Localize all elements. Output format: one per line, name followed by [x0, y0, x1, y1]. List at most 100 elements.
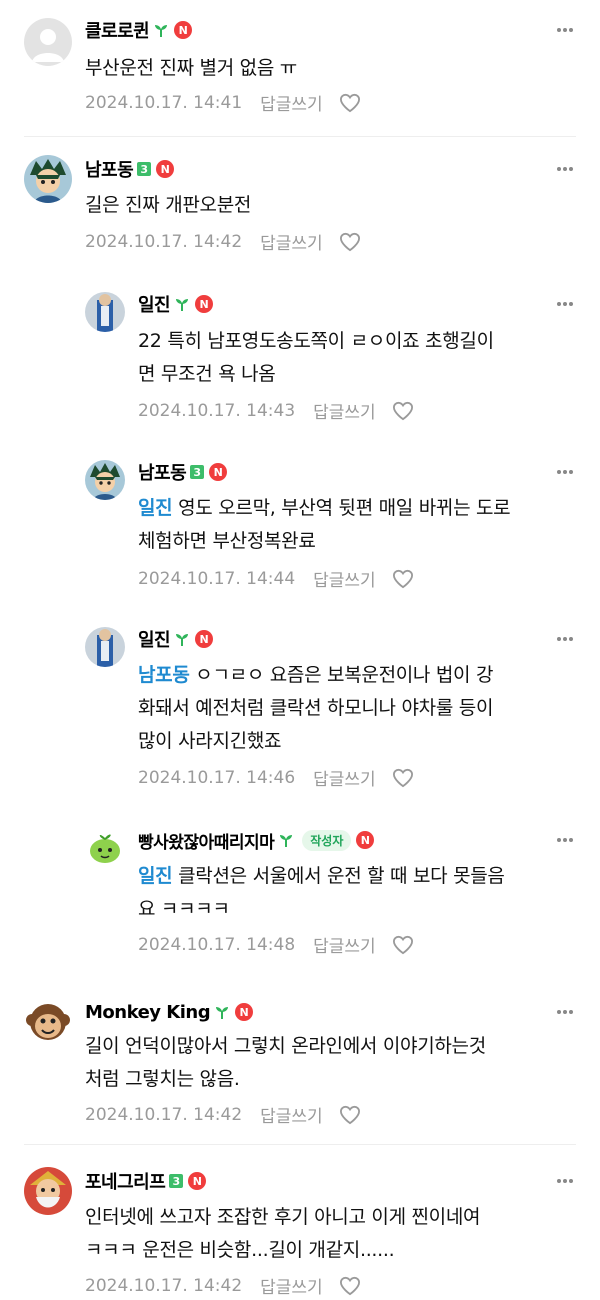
comment-meta: 2024.10.17. 14:42 답글쓰기: [85, 229, 361, 254]
comment-meta: 2024.10.17. 14:43 답글쓰기: [138, 398, 414, 423]
comment-item: 포네그리프 3 N 인터넷에 쓰고자 조잡한 후기 아니고 이게 찐이네여 ㅋㅋ…: [0, 1145, 600, 1300]
comment-item: 남포동 3 N 길은 진짜 개판오분전 2024.10.17. 14:42 답글…: [0, 137, 600, 277]
avatar[interactable]: [85, 826, 125, 866]
comment-timestamp: 2024.10.17. 14:41: [85, 92, 243, 113]
reply-button[interactable]: 답글쓰기: [313, 932, 376, 957]
sprout-icon: [278, 832, 294, 848]
level-badge: 3: [190, 465, 205, 479]
reply-button[interactable]: 답글쓰기: [313, 398, 376, 423]
heart-icon[interactable]: [392, 401, 414, 421]
avatar[interactable]: [24, 18, 72, 66]
comment-meta: 2024.10.17. 14:42 답글쓰기: [85, 1273, 361, 1298]
heart-icon[interactable]: [392, 935, 414, 955]
author-nickname[interactable]: Monkey King: [85, 1002, 211, 1023]
heart-icon[interactable]: [392, 768, 414, 788]
comment-meta: 2024.10.17. 14:46 답글쓰기: [138, 765, 414, 790]
author-nickname[interactable]: 일진: [138, 626, 171, 652]
sprout-icon: [214, 1004, 230, 1020]
comment-timestamp: 2024.10.17. 14:46: [138, 767, 296, 788]
avatar[interactable]: [85, 627, 125, 667]
author-row: 일진 N: [138, 626, 214, 652]
new-badge: N: [209, 463, 228, 481]
more-options-icon[interactable]: [554, 1000, 576, 1024]
author-nickname[interactable]: 포네그리프: [85, 1168, 166, 1194]
comment-timestamp: 2024.10.17. 14:42: [85, 231, 243, 252]
level-badge: 3: [137, 162, 152, 176]
new-badge: N: [356, 831, 375, 849]
author-row: 남포동 3 N: [138, 459, 228, 485]
comment-text: 길이 언덕이많아서 그렇치 온라인에서 이야기하는것 처럼 그렇치는 않음.: [85, 1035, 486, 1090]
heart-icon[interactable]: [392, 569, 414, 589]
comment-item: Monkey King N 길이 언덕이많아서 그렇치 온라인에서 이야기하는것…: [0, 982, 600, 1142]
more-options-icon[interactable]: [554, 157, 576, 181]
author-nickname[interactable]: 남포동: [138, 459, 187, 485]
comment-text: 인터넷에 쓰고자 조잡한 후기 아니고 이게 찐이네여 ㅋㅋㅋ 운전은 비슷함.…: [85, 1206, 481, 1261]
comment-item: 클로로퀸 N 부산운전 진짜 별거 없음 ㅠ 2024.10.17. 14:41…: [0, 0, 600, 136]
comment-timestamp: 2024.10.17. 14:43: [138, 400, 296, 421]
mention-link[interactable]: 일진: [138, 865, 173, 887]
author-row: 포네그리프 3 N: [85, 1168, 207, 1194]
author-row: 빵사왔잖아때리지마 작성자 N: [138, 828, 375, 853]
heart-icon[interactable]: [339, 232, 361, 252]
reply-button[interactable]: 답글쓰기: [260, 229, 323, 254]
comment-meta: 2024.10.17. 14:42 답글쓰기: [85, 1102, 361, 1127]
level-badge: 3: [169, 1174, 184, 1188]
author-nickname[interactable]: 빵사왔잖아때리지마: [138, 828, 275, 853]
avatar[interactable]: [24, 155, 72, 203]
mention-link[interactable]: 남포동: [138, 664, 190, 686]
comment-meta: 2024.10.17. 14:44 답글쓰기: [138, 566, 414, 591]
more-options-icon[interactable]: [554, 1169, 576, 1193]
heart-icon[interactable]: [339, 93, 361, 113]
reply-button[interactable]: 답글쓰기: [260, 1102, 323, 1127]
new-badge: N: [235, 1003, 254, 1021]
reply-button[interactable]: 답글쓰기: [313, 765, 376, 790]
author-row: 일진 N: [138, 291, 214, 317]
sprout-icon: [153, 22, 169, 38]
sprout-icon: [174, 631, 190, 647]
avatar[interactable]: [24, 998, 72, 1046]
new-badge: N: [195, 630, 214, 648]
reply-item: 일진 N 22 특히 남포영도송도쪽이 ㄹㅇ이죠 초행길이 면 무조건 욕 나옴…: [0, 278, 600, 438]
reply-button[interactable]: 답글쓰기: [260, 1273, 323, 1298]
heart-icon[interactable]: [339, 1276, 361, 1296]
author-nickname[interactable]: 남포동: [85, 156, 134, 182]
comment-timestamp: 2024.10.17. 14:42: [85, 1275, 243, 1296]
heart-icon[interactable]: [339, 1105, 361, 1125]
more-options-icon[interactable]: [554, 460, 576, 484]
sprout-icon: [174, 296, 190, 312]
author-row: 클로로퀸 N: [85, 17, 193, 43]
new-badge: N: [188, 1172, 207, 1190]
reply-button[interactable]: 답글쓰기: [260, 90, 323, 115]
comment-text: 일진 클락션은 서울에서 운전 할 때 보다 못들음 요 ㅋㅋㅋㅋ: [138, 865, 505, 920]
reply-item: 일진 N 남포동 ㅇㄱㄹㅇ 요즘은 보복운전이나 법이 강 화돼서 예전처럼 클…: [0, 613, 600, 807]
comment-text: 22 특히 남포영도송도쪽이 ㄹㅇ이죠 초행길이 면 무조건 욕 나옴: [138, 330, 494, 385]
more-options-icon[interactable]: [554, 292, 576, 316]
new-badge: N: [174, 21, 193, 39]
comment-text: 길은 진짜 개판오분전: [85, 194, 252, 216]
more-options-icon[interactable]: [554, 627, 576, 651]
avatar[interactable]: [85, 460, 125, 500]
comment-meta: 2024.10.17. 14:48 답글쓰기: [138, 932, 414, 957]
comment-timestamp: 2024.10.17. 14:44: [138, 568, 296, 589]
author-row: 남포동 3 N: [85, 156, 175, 182]
comment-meta: 2024.10.17. 14:41 답글쓰기: [85, 90, 361, 115]
author-nickname[interactable]: 일진: [138, 291, 171, 317]
new-badge: N: [156, 160, 175, 178]
new-badge: N: [195, 295, 214, 313]
comment-timestamp: 2024.10.17. 14:48: [138, 934, 296, 955]
avatar[interactable]: [24, 1167, 72, 1215]
more-options-icon[interactable]: [554, 828, 576, 852]
reply-item: 남포동 3 N 일진 영도 오르막, 부산역 뒷편 매일 바뀌는 도로 체험하면…: [0, 446, 600, 608]
comment-text: 부산운전 진짜 별거 없음 ㅠ: [85, 57, 297, 79]
author-row: Monkey King N: [85, 1000, 254, 1024]
comment-text: 일진 영도 오르막, 부산역 뒷편 매일 바뀌는 도로 체험하면 부산정복완료: [138, 497, 511, 552]
mention-link[interactable]: 일진: [138, 497, 173, 519]
comment-text: 남포동 ㅇㄱㄹㅇ 요즘은 보복운전이나 법이 강 화돼서 예전처럼 클락션 하모…: [138, 664, 494, 752]
comment-timestamp: 2024.10.17. 14:42: [85, 1104, 243, 1125]
reply-item: 빵사왔잖아때리지마 작성자 N 일진 클락션은 서울에서 운전 할 때 보다 못…: [0, 812, 600, 978]
avatar[interactable]: [85, 292, 125, 332]
author-nickname[interactable]: 클로로퀸: [85, 17, 150, 43]
reply-button[interactable]: 답글쓰기: [313, 566, 376, 591]
more-options-icon[interactable]: [554, 18, 576, 42]
author-tag: 작성자: [302, 829, 352, 851]
